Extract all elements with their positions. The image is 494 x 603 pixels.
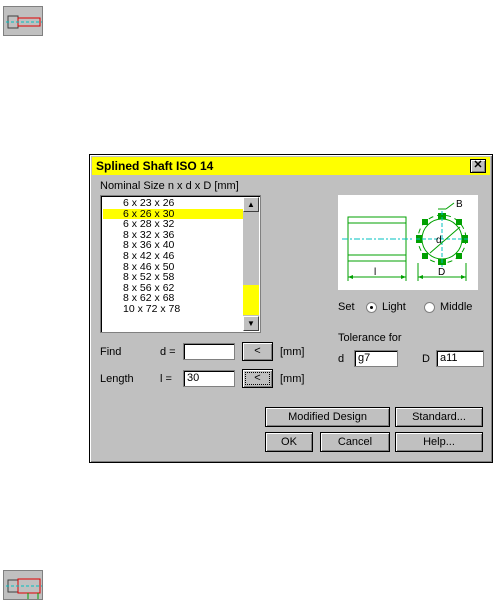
set-light-radio[interactable] (366, 302, 377, 313)
scroll-thumb[interactable] (243, 285, 259, 315)
nominal-size-label: Nominal Size n x d x D [mm] (100, 180, 239, 192)
length-label: Length (100, 373, 134, 385)
set-middle-label[interactable]: Middle (440, 301, 472, 313)
list-scrollbar[interactable]: ▲ ▼ (243, 197, 259, 331)
length-apply-button[interactable]: < (242, 369, 273, 388)
tolerance-d-label: d (338, 353, 345, 365)
drawing-label-B: B (456, 199, 463, 210)
cancel-button[interactable]: Cancel (320, 432, 390, 452)
spline-shaft-drawing: l B d D (338, 195, 478, 290)
scroll-down-button[interactable]: ▼ (243, 316, 259, 331)
drawing-label-D: D (438, 267, 445, 278)
tolerance-D-label: D (422, 353, 430, 365)
dialog-title: Splined Shaft ISO 14 (96, 159, 214, 173)
tolerance-D-input[interactable]: a11 (436, 350, 484, 367)
shaft-tool-alt-icon[interactable] (3, 570, 43, 600)
title-bar: Splined Shaft ISO 14 ✕ (92, 157, 490, 175)
scroll-up-button[interactable]: ▲ (243, 197, 259, 212)
find-apply-button[interactable]: < (242, 342, 273, 361)
find-d-input[interactable] (183, 343, 235, 360)
list-item[interactable]: 6 x 23 x 26 (103, 198, 244, 209)
shaft-tool-icon[interactable] (3, 6, 43, 36)
set-label: Set (338, 301, 355, 313)
find-param-label: d = (160, 346, 176, 358)
drawing-label-l: l (374, 267, 376, 278)
help-button[interactable]: Help... (395, 432, 483, 452)
ok-button[interactable]: OK (265, 432, 313, 452)
set-light-label[interactable]: Light (382, 301, 406, 313)
arrow-down-icon: ▼ (247, 319, 255, 328)
splined-shaft-dialog: Splined Shaft ISO 14 ✕ Nominal Size n x … (89, 154, 493, 463)
close-button[interactable]: ✕ (470, 159, 486, 173)
list-item[interactable]: 10 x 72 x 78 (103, 304, 244, 315)
find-label: Find (100, 346, 122, 358)
tolerance-label: Tolerance for (338, 332, 402, 344)
set-middle-radio[interactable] (424, 302, 435, 313)
close-icon: ✕ (473, 159, 483, 171)
list-item[interactable]: 8 x 42 x 46 (103, 251, 244, 262)
arrow-up-icon: ▲ (247, 200, 255, 209)
standard-button[interactable]: Standard... (395, 407, 483, 427)
find-unit: [mm] (280, 346, 305, 358)
length-input[interactable]: 30 (183, 370, 235, 387)
tolerance-d-input[interactable]: g7 (354, 350, 398, 367)
modified-design-button[interactable]: Modified Design (265, 407, 390, 427)
length-param-label: l = (160, 373, 172, 385)
drawing-label-d: d (436, 235, 442, 246)
nominal-size-list[interactable]: 6 x 23 x 26 6 x 26 x 30 6 x 28 x 32 8 x 32 … (100, 195, 261, 333)
length-unit: [mm] (280, 373, 305, 385)
